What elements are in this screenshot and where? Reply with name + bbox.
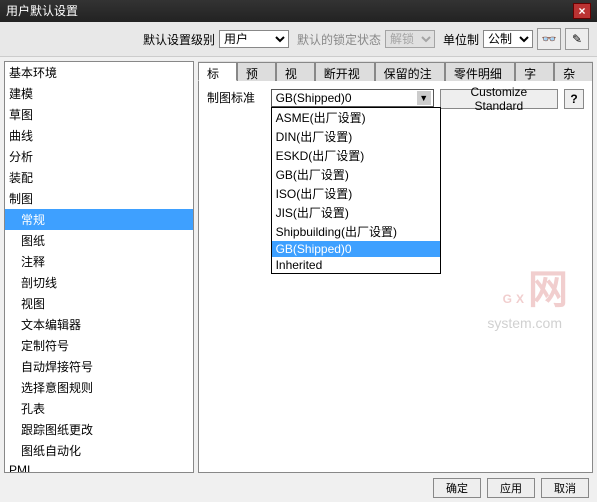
content-area: 标准预览视图断开视图保留的注释零件明细表字体杂项 制图标准 GB(Shipped… [198,61,593,473]
dropdown-option[interactable]: GB(Shipped)0 [272,241,440,257]
dropdown-option[interactable]: Inherited [272,257,440,273]
tab-panel-standard: 制图标准 GB(Shipped)0 ▼ ASME(出厂设置)DIN(出厂设置)E… [198,81,593,473]
dropdown-option[interactable]: ISO(出厂设置) [272,184,440,203]
dropdown-selected[interactable]: GB(Shipped)0 ▼ [271,89,434,107]
level-label: 默认设置级别 [143,31,215,48]
tab[interactable]: 字体 [515,62,554,81]
dropdown-option[interactable]: JIS(出厂设置) [272,203,440,222]
apply-button[interactable]: 应用 [487,478,535,498]
chevron-down-icon: ▼ [417,91,431,105]
watermark: GX网 [503,251,572,316]
sidebar-item[interactable]: 制图 [5,188,193,209]
tab[interactable]: 保留的注释 [375,62,445,81]
sidebar-item[interactable]: 常规 [5,209,193,230]
dropdown-list[interactable]: ASME(出厂设置)DIN(出厂设置)ESKD(出厂设置)GB(出厂设置)ISO… [271,107,441,274]
sidebar-tree[interactable]: 基本环境建模草图曲线分析装配制图常规图纸注释剖切线视图文本编辑器定制符号自动焊接… [4,61,194,473]
dropdown-option[interactable]: ASME(出厂设置) [272,108,440,127]
dropdown-option[interactable]: ESKD(出厂设置) [272,146,440,165]
cancel-button[interactable]: 取消 [541,478,589,498]
toolbar: 默认设置级别 用户 默认的锁定状态 解锁 单位制 公制 👓 ✎ [0,22,597,57]
standard-dropdown[interactable]: GB(Shipped)0 ▼ ASME(出厂设置)DIN(出厂设置)ESKD(出… [271,89,434,107]
sidebar-item[interactable]: 选择意图规则 [5,377,193,398]
tab[interactable]: 断开视图 [315,62,375,81]
sidebar-item[interactable]: PMI [5,461,193,473]
sidebar-item[interactable]: 建模 [5,83,193,104]
tab[interactable]: 零件明细表 [445,62,515,81]
sidebar-item[interactable]: 剖切线 [5,272,193,293]
tab[interactable]: 视图 [276,62,315,81]
dropdown-value: GB(Shipped)0 [276,91,352,105]
tab-bar: 标准预览视图断开视图保留的注释零件明细表字体杂项 [198,61,593,81]
lock-label: 默认的锁定状态 [297,31,381,48]
level-select[interactable]: 用户 [219,30,289,48]
sidebar-item[interactable]: 注释 [5,251,193,272]
sidebar-item[interactable]: 孔表 [5,398,193,419]
sidebar-item[interactable]: 基本环境 [5,62,193,83]
close-button[interactable]: × [573,3,591,19]
sidebar-item[interactable]: 图纸 [5,230,193,251]
unit-label: 单位制 [443,31,479,48]
sidebar-item[interactable]: 自动焊接符号 [5,356,193,377]
watermark-sub: system.com [487,315,562,331]
tool-icon: 👓 [542,32,557,46]
ok-button[interactable]: 确定 [433,478,481,498]
sidebar-item[interactable]: 跟踪图纸更改 [5,419,193,440]
customize-standard-button[interactable]: Customize Standard [440,89,558,109]
sidebar-item[interactable]: 分析 [5,146,193,167]
close-icon: × [578,0,585,22]
sidebar-item[interactable]: 图纸自动化 [5,440,193,461]
sidebar-item[interactable]: 文本编辑器 [5,314,193,335]
tool-icon: ✎ [572,32,582,46]
dropdown-option[interactable]: Shipbuilding(出厂设置) [272,222,440,241]
main-area: 基本环境建模草图曲线分析装配制图常规图纸注释剖切线视图文本编辑器定制符号自动焊接… [0,57,597,477]
lock-select: 解锁 [385,30,435,48]
sidebar-item[interactable]: 定制符号 [5,335,193,356]
sidebar-item[interactable]: 曲线 [5,125,193,146]
tool-button-2[interactable]: ✎ [565,28,589,50]
tab[interactable]: 杂项 [554,62,593,81]
dialog-footer: 确定 应用 取消 [433,478,589,498]
sidebar-item[interactable]: 视图 [5,293,193,314]
tab[interactable]: 标准 [198,62,237,81]
tool-button-1[interactable]: 👓 [537,28,561,50]
window-title: 用户默认设置 [6,0,78,22]
sidebar-item[interactable]: 装配 [5,167,193,188]
tab[interactable]: 预览 [237,62,276,81]
dropdown-option[interactable]: DIN(出厂设置) [272,127,440,146]
unit-select[interactable]: 公制 [483,30,533,48]
dropdown-option[interactable]: GB(出厂设置) [272,165,440,184]
help-button[interactable]: ? [564,89,584,109]
title-bar: 用户默认设置 × [0,0,597,22]
field-label-standard: 制图标准 [207,89,265,106]
sidebar-item[interactable]: 草图 [5,104,193,125]
